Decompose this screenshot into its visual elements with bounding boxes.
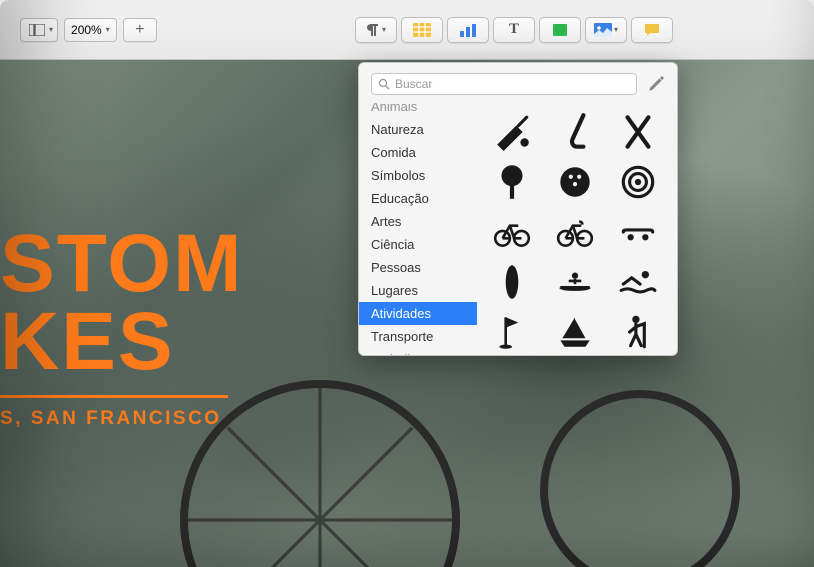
shapes-grid[interactable] [477,103,677,355]
chevron-down-icon: ▾ [49,25,53,34]
bowling-icon[interactable] [544,157,607,207]
search-icon [378,78,390,90]
search-input[interactable]: Buscar [371,73,637,95]
add-button[interactable]: + [123,18,157,42]
text-icon: T [509,21,519,38]
media-button[interactable]: ▾ [585,17,627,43]
category-item[interactable]: Símbolos [359,164,477,187]
title-block: STOM KES S, SAN FRANCISCO [0,225,243,430]
paragraph-style-button[interactable]: ▾ [355,17,397,43]
cricket-bat-icon[interactable] [481,107,544,157]
table-tennis-icon[interactable] [481,157,544,207]
toolbar-center-group: ▾ T ▾ [355,17,673,43]
table-button[interactable] [401,17,443,43]
surfboard-icon[interactable] [481,257,544,307]
category-item[interactable]: Lugares [359,279,477,302]
category-item[interactable]: Educação [359,187,477,210]
title-divider [0,395,228,398]
skateboard-icon[interactable] [606,207,669,257]
category-list[interactable]: AnimaisNaturezaComidaSímbolosEducaçãoArt… [359,103,477,355]
shape-popover: Buscar AnimaisNaturezaComidaSímbolosEduc… [358,62,678,356]
table-icon [413,23,431,37]
category-item[interactable]: Transporte [359,325,477,348]
category-item[interactable]: Atividades [359,302,477,325]
rowing-icon[interactable] [544,257,607,307]
text-box-button[interactable]: T [493,17,535,43]
app-window: ▾ 200% ▾ + ▾ T [0,0,814,567]
category-item[interactable]: Natureza [359,118,477,141]
shape-icon [552,23,568,37]
toolbar-left-group: ▾ 200% ▾ + [20,18,157,42]
layout-icon [29,24,45,36]
shape-button[interactable] [539,17,581,43]
zoom-value: 200% [71,23,102,37]
crossed-sticks-icon[interactable] [606,107,669,157]
sailboat-icon[interactable] [544,307,607,355]
pencil-icon[interactable] [647,75,665,93]
hiker-icon[interactable] [606,307,669,355]
popover-header: Buscar [359,63,677,103]
category-item[interactable]: Artes [359,210,477,233]
toolbar: ▾ 200% ▾ + ▾ T [0,0,814,60]
title-line-1: STOM [0,225,243,303]
target-icon[interactable] [606,157,669,207]
search-placeholder: Buscar [395,77,432,91]
title-line-2: KES [0,303,243,381]
swimmer-icon[interactable] [606,257,669,307]
bicycle-icon[interactable] [481,207,544,257]
category-item[interactable]: Trabalho [359,348,477,355]
category-item[interactable]: Animais [359,103,477,118]
chart-icon [459,23,477,37]
hockey-stick-icon[interactable] [544,107,607,157]
golf-flag-icon[interactable] [481,307,544,355]
category-item[interactable]: Ciência [359,233,477,256]
comment-icon [644,23,660,37]
paragraph-icon [366,23,380,37]
view-mode-button[interactable]: ▾ [20,18,58,42]
zoom-select[interactable]: 200% ▾ [64,18,117,42]
subtitle: S, SAN FRANCISCO [0,408,243,430]
chevron-down-icon: ▾ [382,25,386,34]
comment-button[interactable] [631,17,673,43]
media-icon [594,23,612,37]
chevron-down-icon: ▾ [614,25,618,34]
popover-body: AnimaisNaturezaComidaSímbolosEducaçãoArt… [359,103,677,355]
category-item[interactable]: Comida [359,141,477,164]
bicycle-alt-icon[interactable] [544,207,607,257]
chart-button[interactable] [447,17,489,43]
category-item[interactable]: Pessoas [359,256,477,279]
plus-icon: + [135,21,144,39]
chevron-down-icon: ▾ [106,25,110,34]
